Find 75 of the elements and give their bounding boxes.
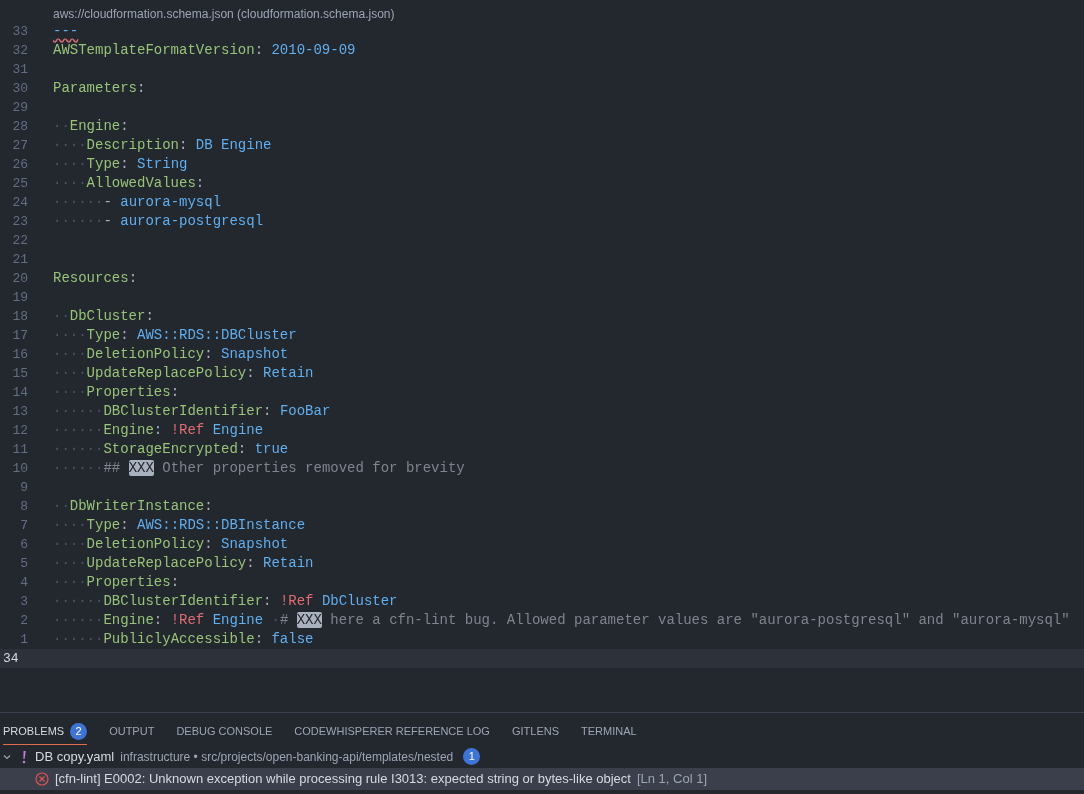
code-line: Resources: — [53, 269, 138, 288]
count-badge: 2 — [70, 723, 88, 740]
line-number: 6 — [19, 535, 28, 554]
line-number: 19 — [11, 288, 28, 307]
code-line: ······PubliclyAccessible: false — [53, 630, 314, 649]
schema-source-text: aws://cloudformation.schema.json (cloudformation.schema.json) — [52, 6, 396, 22]
code-line: ····Properties: — [53, 573, 180, 592]
code-line: ······- aurora-mysql — [53, 193, 222, 212]
count-badge: 1 — [463, 748, 481, 765]
line-number: 12 — [11, 421, 28, 440]
line-number: 13 — [11, 402, 28, 421]
line-number: 4 — [19, 573, 28, 592]
code-line: ······DBClusterIdentifier: !Ref DbCluster — [53, 592, 398, 611]
line-number: 5 — [19, 554, 28, 573]
file-name[interactable]: DB copy.yaml — [35, 746, 115, 767]
line-number: 25 — [11, 174, 28, 193]
line-number: 24 — [11, 193, 28, 212]
problem-row[interactable]: [cfn-lint] E0002: Unknown exception while processing rule I3013: expected string or bytes-like object [Ln 1, Col 1] — [0, 768, 1084, 790]
code-line: ····DeletionPolicy: Snapshot — [53, 345, 289, 364]
error-icon — [35, 772, 49, 786]
code-line: Parameters: — [53, 79, 146, 98]
code-line: ······DBClusterIdentifier: FooBar — [53, 402, 331, 421]
line-number: 23 — [11, 212, 28, 231]
line-number: 18 — [11, 307, 28, 326]
code-line: ····Type: AWS::RDS::DBInstance — [53, 516, 306, 535]
line-number: 32 — [11, 41, 28, 60]
code-line: ····AllowedValues: — [53, 174, 205, 193]
line-number: 17 — [11, 326, 28, 345]
panel-tab[interactable]: GITLENS — [511, 719, 559, 745]
code-line: ····Description: DB Engine — [53, 136, 272, 155]
code-line: AWSTemplateFormatVersion: 2010-09-09 — [53, 41, 356, 60]
panel-tab[interactable]: TERMINAL — [581, 719, 637, 745]
line-number: 3 — [19, 592, 28, 611]
line-number: 8 — [19, 497, 28, 516]
line-number: 31 — [11, 60, 28, 79]
code-line: ····Properties: — [53, 383, 180, 402]
file-path: infrastructure • src/projects/open-banking-api/templates/nested — [120, 748, 454, 766]
code-line: ··DbWriterInstance: — [53, 497, 213, 516]
code-line: ······## XXX Other properties removed for brevity — [53, 459, 465, 478]
line-number: 34 — [2, 649, 20, 668]
line-number: 30 — [11, 79, 28, 98]
line-number: 7 — [19, 516, 28, 535]
line-number: 2 — [19, 611, 28, 630]
code-line: ······StorageEncrypted: true — [53, 440, 289, 459]
code-line: ··Engine: — [53, 117, 129, 136]
line-number: 22 — [11, 231, 28, 250]
line-number: 11 — [11, 440, 28, 459]
code-line: ····Type: String — [53, 155, 188, 174]
line-number: 28 — [11, 117, 28, 136]
code-line: ····Type: AWS::RDS::DBCluster — [53, 326, 297, 345]
code-line: ······Engine: !Ref Engine — [53, 421, 264, 440]
line-number: 20 — [11, 269, 28, 288]
code-line: ····DeletionPolicy: Snapshot — [53, 535, 289, 554]
line-number: 26 — [11, 155, 28, 174]
line-number: 21 — [11, 250, 28, 269]
line-number: 14 — [11, 383, 28, 402]
code-line: ··DbCluster: — [53, 307, 154, 326]
code-line: ······- aurora-postgresql — [53, 212, 264, 231]
code-line: ······Engine: !Ref Engine ·# XXX here a cfn-lint bug. Allowed parameter values are "aurora-postgresql" and "aurora-mysql" — [53, 611, 1070, 630]
code-line: ····UpdateReplacePolicy: Retain — [53, 554, 314, 573]
panel-tab[interactable]: CODEWHISPERER REFERENCE LOG — [294, 719, 490, 745]
exclamation-icon — [21, 749, 27, 764]
line-number: 15 — [11, 364, 28, 383]
line-number: 10 — [11, 459, 28, 478]
line-number: 29 — [11, 98, 28, 117]
line-number: 16 — [11, 345, 28, 364]
panel-tab[interactable]: PROBLEMS 2 — [3, 719, 88, 745]
panel-tab[interactable]: OUTPUT — [109, 719, 155, 745]
line-number: 27 — [11, 136, 28, 155]
line-number: 33 — [11, 22, 28, 41]
line-number: 1 — [19, 630, 28, 649]
code-line: ····UpdateReplacePolicy: Retain — [53, 364, 314, 383]
panel-tab[interactable]: DEBUG CONSOLE — [176, 719, 273, 745]
line-number: 9 — [19, 478, 28, 497]
code-line: --- — [53, 22, 79, 41]
